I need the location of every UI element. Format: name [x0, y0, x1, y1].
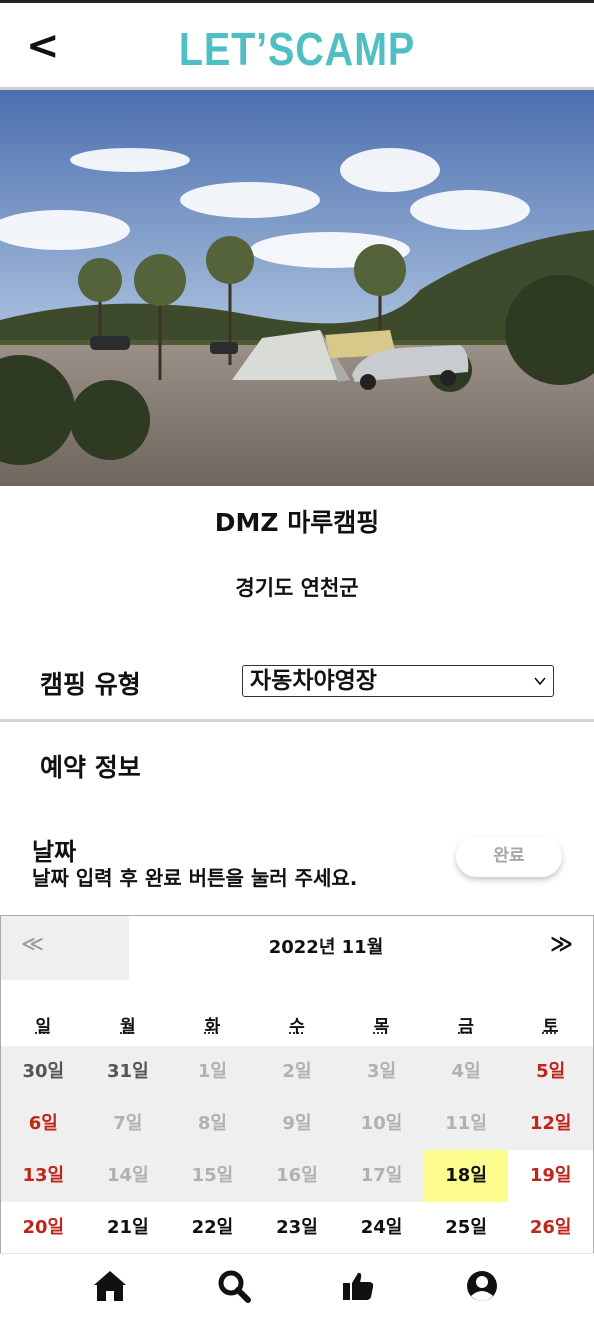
- calendar-day: 17일: [339, 1150, 424, 1202]
- calendar-day: 2일: [254, 1046, 340, 1098]
- bottom-nav: [0, 1253, 594, 1320]
- done-button[interactable]: 완료: [456, 836, 562, 877]
- calendar-day[interactable]: 20일: [1, 1202, 86, 1254]
- campsite-region: 경기도 연천군: [235, 576, 359, 600]
- calendar-day: 12일: [508, 1098, 593, 1150]
- search-icon: [218, 1270, 251, 1303]
- weekday-label: 수: [289, 1017, 305, 1037]
- calendar-week-row: 13일 14일 15일 16일 17일 18일 19일: [1, 1150, 593, 1202]
- calendar-day-selected[interactable]: 18일: [423, 1150, 509, 1202]
- weekday-label: 금: [458, 1017, 474, 1037]
- date-hint: 날짜 입력 후 완료 버튼을 눌러 주세요.: [32, 866, 358, 890]
- calendar-day: 30일: [1, 1046, 86, 1098]
- reservation-title: 예약 정보: [40, 753, 141, 782]
- calendar-day: 3일: [339, 1046, 424, 1098]
- calendar-week-row: 6일 7일 8일 9일 10일 11일 12일: [1, 1098, 593, 1150]
- campsite-name: DMZ 마루캠핑: [214, 508, 380, 537]
- calendar-day: 8일: [170, 1098, 255, 1150]
- weekday-label: 목: [373, 1017, 390, 1037]
- nav-profile[interactable]: [462, 1266, 502, 1306]
- calendar-day: 1일: [170, 1046, 255, 1098]
- calendar-day: 13일: [1, 1150, 86, 1202]
- calendar-day: 6일: [1, 1098, 86, 1150]
- calendar-month-label: 2022년 11월: [268, 937, 384, 958]
- nav-search[interactable]: [214, 1266, 254, 1306]
- calendar-day: 4일: [423, 1046, 509, 1098]
- top-bar: < LET’SCAMP: [0, 0, 594, 90]
- calendar-day: 5일: [508, 1046, 593, 1098]
- chevron-down-icon: [534, 677, 546, 686]
- calendar-week-row: 20일 21일 22일 23일 24일 25일 26일: [1, 1202, 593, 1254]
- double-chevron-left-icon: ≪: [21, 932, 45, 957]
- camping-type-value: 자동차야영장: [250, 668, 377, 694]
- calendar-day: 7일: [85, 1098, 171, 1150]
- calendar: ≪ 2022년 11월 ≫ 일월화수목금토 30일 31일 1일 2일 3일 4일 5일 6일…: [0, 915, 594, 1255]
- calendar-day: 9일: [254, 1098, 340, 1150]
- weekday-label: 월: [120, 1017, 136, 1037]
- user-icon: [467, 1271, 497, 1301]
- prev-month-button[interactable]: ≪: [1, 916, 129, 980]
- calendar-day: 16일: [254, 1150, 340, 1202]
- nav-home[interactable]: [90, 1266, 130, 1306]
- calendar-day: 14일: [85, 1150, 171, 1202]
- calendar-day: 11일: [423, 1098, 509, 1150]
- campsite-photo: [0, 90, 594, 486]
- weekday-label: 화: [204, 1017, 221, 1037]
- next-month-button[interactable]: ≫: [550, 932, 573, 957]
- nav-like[interactable]: [338, 1266, 378, 1306]
- calendar-day[interactable]: 24일: [339, 1202, 424, 1254]
- calendar-day: 15일: [170, 1150, 255, 1202]
- calendar-day[interactable]: 21일: [85, 1202, 171, 1254]
- calendar-day: 10일: [339, 1098, 424, 1150]
- thumbs-up-icon: [343, 1272, 374, 1300]
- calendar-day[interactable]: 25일: [423, 1202, 509, 1254]
- camping-type-select[interactable]: 자동차야영장: [242, 665, 554, 697]
- calendar-day[interactable]: 19일: [508, 1150, 593, 1202]
- calendar-day[interactable]: 26일: [508, 1202, 593, 1254]
- brand-logo: LET’SCAMP: [178, 23, 416, 75]
- weekday-header: 일월화수목금토: [1, 1012, 593, 1044]
- weekday-label: 토: [542, 1017, 559, 1037]
- calendar-week-row: 30일 31일 1일 2일 3일 4일 5일: [1, 1046, 593, 1098]
- weekday-label: 일: [35, 1017, 52, 1037]
- calendar-day[interactable]: 23일: [254, 1202, 340, 1254]
- camping-type-label: 캠핑 유형: [40, 670, 141, 699]
- calendar-grid: 30일 31일 1일 2일 3일 4일 5일 6일 7일 8일 9일 10일 11일 12일 13일 14일 1…: [1, 1046, 593, 1254]
- home-icon: [94, 1271, 126, 1301]
- calendar-day[interactable]: 22일: [170, 1202, 255, 1254]
- calendar-day: 31일: [85, 1046, 171, 1098]
- section-divider: [0, 719, 594, 722]
